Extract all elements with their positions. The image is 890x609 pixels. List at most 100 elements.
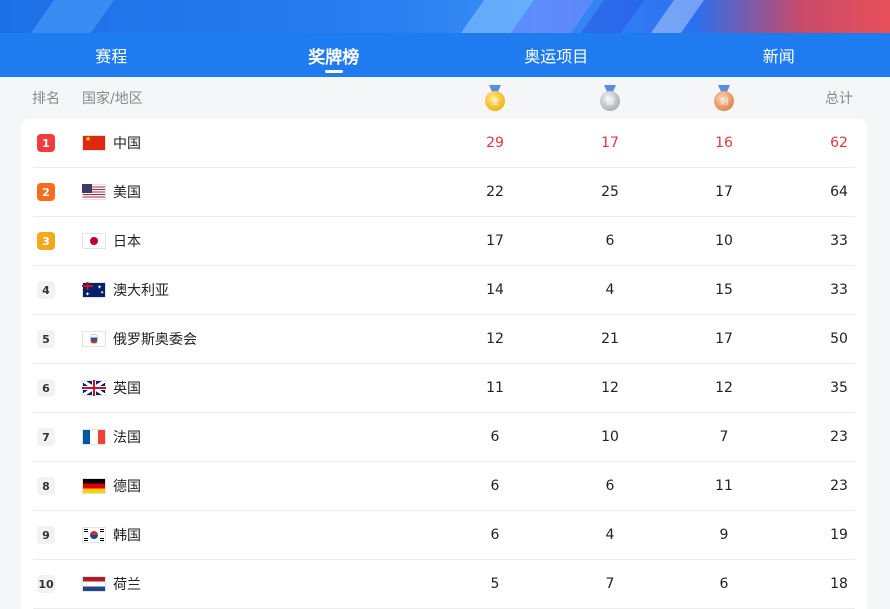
silver-count: 4 bbox=[605, 282, 615, 298]
total-count: 33 bbox=[830, 282, 848, 298]
tab-schedule[interactable]: 赛程 bbox=[0, 33, 223, 77]
active-tab-indicator bbox=[324, 70, 343, 73]
total-count: 23 bbox=[830, 478, 848, 494]
gold-count: 22 bbox=[486, 184, 504, 200]
country-name: 荷兰 bbox=[113, 577, 141, 593]
country-name: 美国 bbox=[113, 185, 141, 201]
table-row[interactable]: 8 德国 6 6 11 23 bbox=[33, 462, 855, 511]
tab-news[interactable]: 新闻 bbox=[668, 33, 890, 77]
country-column-header: 国家/地区 bbox=[82, 91, 143, 107]
tab-label: 奥运项目 bbox=[524, 47, 589, 66]
germany-flag-icon bbox=[82, 478, 106, 494]
rank-badge: 6 bbox=[37, 364, 55, 412]
column-header: 排名 国家/地区 金 银 铜 总计 bbox=[0, 77, 890, 119]
uk-flag-icon bbox=[82, 380, 106, 396]
tab-label: 赛程 bbox=[95, 47, 128, 66]
country-name: 法国 bbox=[113, 430, 141, 446]
table-row[interactable]: 5 俄罗斯奥委会 12 21 17 50 bbox=[33, 315, 855, 364]
silver-medal-glyph: 银 bbox=[600, 91, 620, 111]
france-flag-icon bbox=[82, 429, 106, 445]
rank-badge: 1 bbox=[37, 119, 55, 167]
table-row[interactable]: 6 英国 11 12 12 35 bbox=[33, 364, 855, 413]
country-name: 英国 bbox=[113, 381, 141, 397]
silver-count: 12 bbox=[601, 380, 619, 396]
silver-count: 6 bbox=[605, 233, 615, 249]
bronze-count: 11 bbox=[715, 478, 733, 494]
total-count: 35 bbox=[830, 380, 848, 396]
silver-count: 6 bbox=[605, 478, 615, 494]
gold-count: 14 bbox=[486, 282, 504, 298]
gold-count: 29 bbox=[486, 135, 504, 151]
country-name: 澳大利亚 bbox=[113, 283, 169, 299]
table-row[interactable]: 4 ✦ ✦ ✦ 澳大利亚 14 4 15 33 bbox=[33, 266, 855, 315]
table-row[interactable]: 1 ★ 中国 29 17 16 62 bbox=[33, 119, 855, 168]
table-row[interactable]: 7 法国 6 10 7 23 bbox=[33, 413, 855, 462]
silver-count: 10 bbox=[601, 429, 619, 445]
silver-count: 17 bbox=[601, 135, 619, 151]
gold-count: 6 bbox=[490, 478, 500, 494]
silver-count: 25 bbox=[601, 184, 619, 200]
rank-badge: 9 bbox=[37, 511, 55, 559]
bronze-count: 16 bbox=[715, 135, 733, 151]
bronze-medal-glyph: 铜 bbox=[714, 91, 734, 111]
korea-flag-icon bbox=[82, 527, 106, 543]
total-count: 62 bbox=[830, 135, 848, 151]
silver-count: 21 bbox=[601, 331, 619, 347]
tab-olympic-sports[interactable]: 奥运项目 bbox=[445, 33, 668, 77]
header-banner bbox=[0, 0, 890, 33]
rank-badge: 3 bbox=[37, 217, 55, 265]
tab-medal-table[interactable]: 奖牌榜 bbox=[223, 33, 446, 77]
silver-count: 4 bbox=[605, 527, 615, 543]
australia-flag-icon: ✦ ✦ ✦ bbox=[82, 282, 106, 298]
tab-bar: 赛程 奖牌榜 奥运项目 新闻 bbox=[0, 33, 890, 77]
country-name: 日本 bbox=[113, 234, 141, 250]
china-flag-icon: ★ bbox=[82, 135, 106, 151]
total-count: 19 bbox=[830, 527, 848, 543]
usa-flag-icon bbox=[82, 184, 106, 200]
bronze-count: 7 bbox=[719, 429, 729, 445]
gold-count: 12 bbox=[486, 331, 504, 347]
gold-count: 17 bbox=[486, 233, 504, 249]
rank-badge: 2 bbox=[37, 168, 55, 216]
table-row[interactable]: 10 荷兰 5 7 6 18 bbox=[33, 560, 855, 609]
total-count: 33 bbox=[830, 233, 848, 249]
gold-count: 6 bbox=[490, 527, 500, 543]
bronze-count: 17 bbox=[715, 331, 733, 347]
bronze-count: 10 bbox=[715, 233, 733, 249]
tab-label: 新闻 bbox=[762, 47, 795, 66]
bronze-count: 17 bbox=[715, 184, 733, 200]
rank-column-header: 排名 bbox=[32, 91, 60, 107]
rank-badge: 5 bbox=[37, 315, 55, 363]
silver-medal-icon: 银 bbox=[599, 77, 621, 119]
bronze-count: 6 bbox=[719, 576, 729, 592]
total-count: 23 bbox=[830, 429, 848, 445]
roc-flag-icon bbox=[82, 331, 106, 347]
country-name: 中国 bbox=[113, 136, 141, 152]
gold-medal-glyph: 金 bbox=[485, 91, 505, 111]
gold-count: 5 bbox=[490, 576, 500, 592]
country-name: 俄罗斯奥委会 bbox=[113, 332, 197, 348]
gold-medal-icon: 金 bbox=[484, 77, 506, 119]
bronze-medal-icon: 铜 bbox=[713, 77, 735, 119]
rank-badge: 8 bbox=[37, 462, 55, 510]
table-row[interactable]: 2 美国 22 25 17 64 bbox=[33, 168, 855, 217]
total-column-header: 总计 bbox=[825, 91, 853, 107]
tab-label: 奖牌榜 bbox=[308, 47, 360, 68]
rank-badge: 4 bbox=[37, 266, 55, 314]
table-row[interactable]: 3 日本 17 6 10 33 bbox=[33, 217, 855, 266]
japan-flag-icon bbox=[82, 233, 106, 249]
gold-count: 11 bbox=[486, 380, 504, 396]
country-name: 德国 bbox=[113, 479, 141, 495]
silver-count: 7 bbox=[605, 576, 615, 592]
total-count: 50 bbox=[830, 331, 848, 347]
total-count: 18 bbox=[830, 576, 848, 592]
rank-badge: 7 bbox=[37, 413, 55, 461]
gold-count: 6 bbox=[490, 429, 500, 445]
bronze-count: 9 bbox=[719, 527, 729, 543]
country-name: 韩国 bbox=[113, 528, 141, 544]
netherlands-flag-icon bbox=[82, 576, 106, 592]
table-row[interactable]: 9 韩国 6 4 9 19 bbox=[33, 511, 855, 560]
bronze-count: 12 bbox=[715, 380, 733, 396]
medal-table: 1 ★ 中国 29 17 16 62 2 美国 22 25 17 64 3 日本… bbox=[21, 119, 867, 609]
total-count: 64 bbox=[830, 184, 848, 200]
